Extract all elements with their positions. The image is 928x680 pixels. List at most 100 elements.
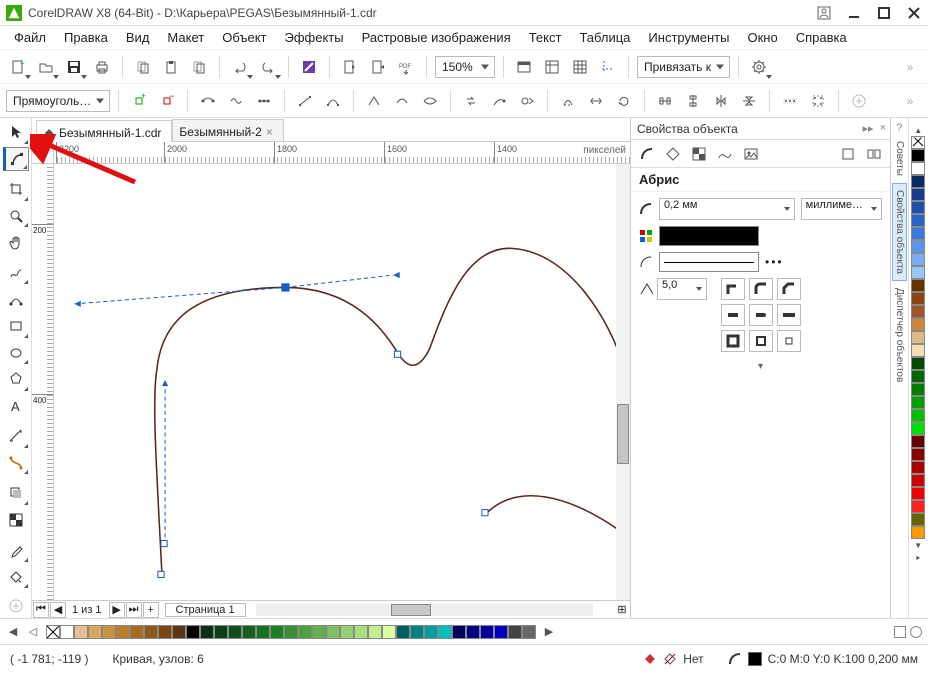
doc-swatch[interactable] xyxy=(256,625,270,639)
eyedropper-tool[interactable] xyxy=(3,538,29,563)
ruler-origin[interactable] xyxy=(32,142,54,164)
doc-swatch[interactable] xyxy=(242,625,256,639)
transparency-tab-icon[interactable] xyxy=(689,144,709,164)
ellipse-tool[interactable] xyxy=(3,341,29,366)
view-navigator-button[interactable]: ⊞ xyxy=(614,602,630,618)
show-rulers-button[interactable] xyxy=(540,55,564,79)
show-guidelines-button[interactable] xyxy=(596,55,620,79)
doc-swatch[interactable] xyxy=(410,625,424,639)
paste-button[interactable] xyxy=(159,55,183,79)
transparency-tool[interactable] xyxy=(3,508,29,533)
page-next-button[interactable]: ▶ xyxy=(109,602,125,618)
swatch-color[interactable] xyxy=(911,292,925,305)
doc-swatch[interactable] xyxy=(270,625,284,639)
doc-swatch[interactable] xyxy=(340,625,354,639)
import-button[interactable] xyxy=(338,55,362,79)
curve-tab-icon[interactable] xyxy=(715,144,735,164)
dimension-tool[interactable] xyxy=(3,424,29,449)
swatch-color[interactable] xyxy=(911,487,925,500)
symmetric-node-button[interactable] xyxy=(418,89,442,113)
corner-round-button[interactable] xyxy=(749,278,773,300)
menu-view[interactable]: Вид xyxy=(118,28,158,47)
swatch-color[interactable] xyxy=(911,409,925,422)
swatch-color[interactable] xyxy=(911,357,925,370)
zoom-combo[interactable]: 150% xyxy=(435,56,495,78)
cusp-node-button[interactable] xyxy=(362,89,386,113)
miter-limit-input[interactable]: 5,0 xyxy=(657,278,707,300)
palette-flyout-icon[interactable]: ▸ xyxy=(911,551,925,563)
doc-swatch-none[interactable] xyxy=(46,625,60,639)
doc-swatch[interactable] xyxy=(382,625,396,639)
reverse-direction-button[interactable] xyxy=(459,89,483,113)
swatch-color[interactable] xyxy=(911,461,925,474)
doc-swatch[interactable] xyxy=(298,625,312,639)
doc-swatch[interactable] xyxy=(396,625,410,639)
undo-button[interactable] xyxy=(228,55,252,79)
docker-collapse-icon[interactable]: ▸▸ xyxy=(863,122,874,135)
swatch-color[interactable] xyxy=(911,435,925,448)
docker-close-icon[interactable]: × xyxy=(880,122,886,135)
doc-pal-right-icon[interactable]: ▶ xyxy=(542,625,556,638)
smooth-node-button[interactable] xyxy=(390,89,414,113)
doc-swatch[interactable] xyxy=(116,625,130,639)
freehand-tool[interactable] xyxy=(3,261,29,286)
doc-swatch[interactable] xyxy=(354,625,368,639)
doc-swatch[interactable] xyxy=(494,625,508,639)
propbar-overflow-icon[interactable]: » xyxy=(898,89,922,113)
align-horizontal-button[interactable] xyxy=(653,89,677,113)
swatch-color[interactable] xyxy=(911,344,925,357)
rotate-nodes-button[interactable] xyxy=(612,89,636,113)
swatch-none[interactable] xyxy=(911,136,925,149)
pos-outside-button[interactable] xyxy=(721,330,745,352)
join-nodes-button[interactable] xyxy=(196,89,220,113)
outline-width-input[interactable]: 0,2 мм xyxy=(659,198,795,220)
tab-mode-icon[interactable] xyxy=(864,144,884,164)
publish-pdf-button[interactable]: PDF xyxy=(394,55,418,79)
page-add-button[interactable]: + xyxy=(143,602,159,618)
swatch-color[interactable] xyxy=(911,396,925,409)
extend-curve-button[interactable] xyxy=(487,89,511,113)
extract-subpath-button[interactable] xyxy=(515,89,539,113)
doc-swatch[interactable] xyxy=(172,625,186,639)
selection-mode-combo[interactable]: Прямоуголь… xyxy=(6,90,110,112)
snap-to-combo[interactable]: Привязать к xyxy=(637,56,730,78)
swatch-color[interactable] xyxy=(911,279,925,292)
redo-button[interactable] xyxy=(256,55,280,79)
to-line-button[interactable] xyxy=(293,89,317,113)
cap-flat-button[interactable] xyxy=(721,304,745,326)
doc-swatch[interactable] xyxy=(452,625,466,639)
doc-swatch[interactable] xyxy=(368,625,382,639)
doc-pal-left-icon[interactable]: ◀ xyxy=(6,625,20,638)
menu-effects[interactable]: Эффекты xyxy=(277,28,352,47)
swatch-color[interactable] xyxy=(911,318,925,331)
vertical-ruler[interactable] xyxy=(32,164,54,600)
palette-up-icon[interactable]: ▲ xyxy=(911,124,925,136)
swatch-color[interactable] xyxy=(911,422,925,435)
outline-style-more-icon[interactable]: ••• xyxy=(765,255,784,269)
elastic-mode-button[interactable] xyxy=(778,89,802,113)
doc-pal-left2-icon[interactable]: ◁ xyxy=(26,625,40,638)
toolbar-overflow-icon[interactable]: » xyxy=(898,55,922,79)
menu-bitmaps[interactable]: Растровые изображения xyxy=(354,28,519,47)
tab-doc2-close-icon[interactable]: × xyxy=(266,125,273,139)
delete-node-button[interactable]: − xyxy=(155,89,179,113)
drawing-canvas[interactable] xyxy=(54,164,630,600)
pan-tool[interactable] xyxy=(3,230,29,255)
menu-window[interactable]: Окно xyxy=(739,28,785,47)
align-nodes-button[interactable] xyxy=(252,89,276,113)
rectangle-tool[interactable] xyxy=(3,314,29,339)
swatch-color[interactable] xyxy=(911,175,925,188)
user-icon[interactable] xyxy=(816,5,832,21)
swatch-color[interactable] xyxy=(911,253,925,266)
doc-swatch[interactable] xyxy=(522,625,536,639)
tab-doc2[interactable]: Безымянный-2 × xyxy=(172,119,283,141)
tab-hints[interactable]: Советы xyxy=(893,135,906,182)
horizontal-scrollbar[interactable] xyxy=(256,604,593,616)
palette-down-icon[interactable]: ▼ xyxy=(911,539,925,551)
swatch-color[interactable] xyxy=(911,240,925,253)
swatch-color[interactable] xyxy=(911,448,925,461)
export-button[interactable] xyxy=(366,55,390,79)
horizontal-ruler[interactable]: пикселей xyxy=(54,142,630,164)
doc-swatch[interactable] xyxy=(74,625,88,639)
close-curve-button[interactable] xyxy=(556,89,580,113)
